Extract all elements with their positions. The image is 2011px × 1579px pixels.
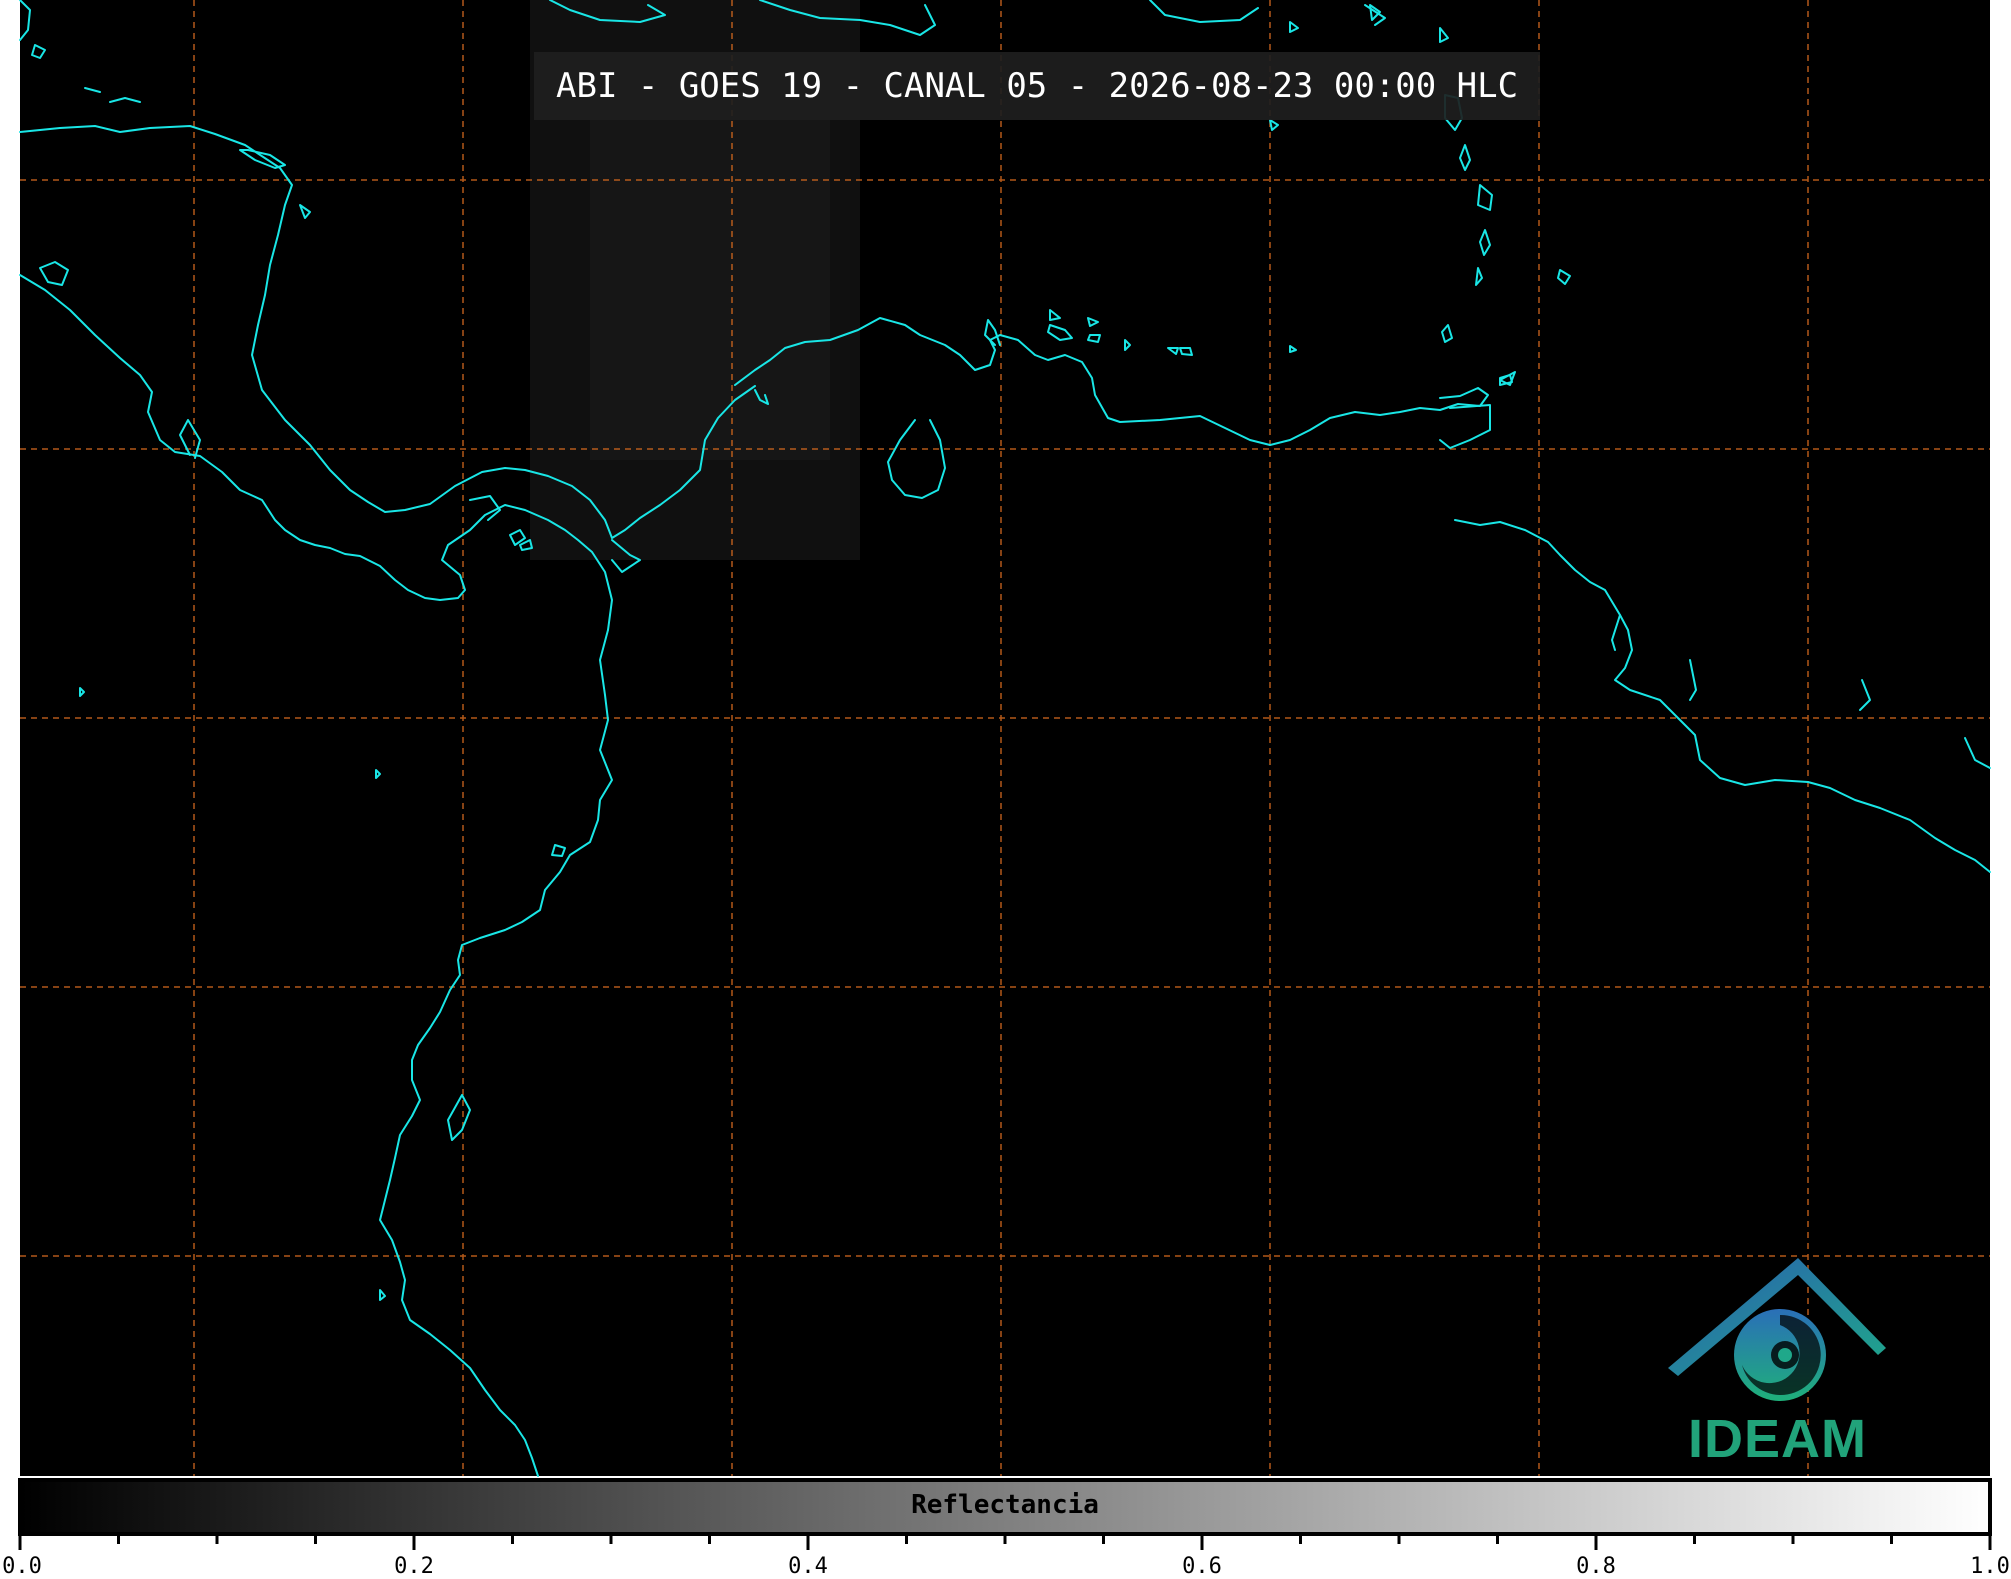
- map-title: ABI - GOES 19 - CANAL 05 - 2026-08-23 00…: [534, 52, 1541, 120]
- colorbar-tick-label: 1.0: [1970, 1554, 2010, 1579]
- colorbar-tick-label: 0.0: [2, 1554, 42, 1579]
- colorbar-tick-label: 0.2: [394, 1554, 434, 1579]
- ideam-logo-text: IDEAM: [1688, 1409, 1867, 1469]
- map-background: [20, 0, 1990, 1476]
- colorbar-tick-label: 0.8: [1576, 1554, 1616, 1579]
- colorbar-label: Reflectancia: [911, 1490, 1099, 1520]
- satellite-map: [18, 0, 1992, 1550]
- colorbar-tick-label: 0.4: [788, 1554, 828, 1579]
- cloud-haze-2: [590, 120, 830, 460]
- colorbar-tick-label: 0.6: [1182, 1554, 1222, 1579]
- colorbar-ticks: [18, 1534, 1992, 1550]
